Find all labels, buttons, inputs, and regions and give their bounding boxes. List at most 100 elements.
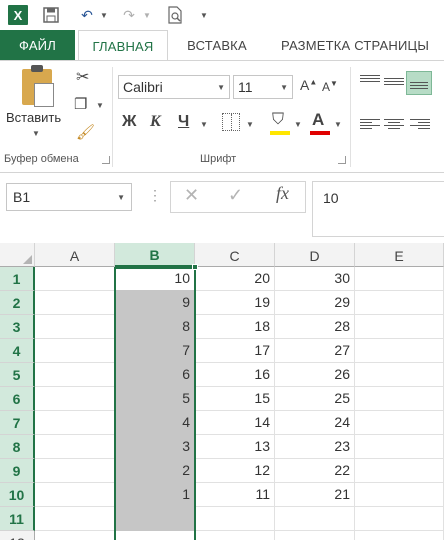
cell-a2[interactable] — [35, 291, 115, 315]
tab-insert[interactable]: ВСТАВКА — [176, 30, 258, 60]
cell-c5[interactable]: 16 — [195, 363, 275, 387]
cell-e8[interactable] — [355, 435, 444, 459]
row-header-11[interactable]: 11 — [0, 507, 35, 531]
row-header-12[interactable]: 12 — [0, 531, 35, 540]
fill-handle[interactable] — [192, 264, 198, 270]
underline-dropdown-icon[interactable]: ▼ — [200, 120, 208, 129]
cell-e4[interactable] — [355, 339, 444, 363]
cell-a9[interactable] — [35, 459, 115, 483]
tab-page-layout[interactable]: РАЗМЕТКА СТРАНИЦЫ — [266, 30, 444, 60]
cell-a11[interactable] — [35, 507, 115, 531]
clipboard-launcher-icon[interactable] — [102, 156, 110, 164]
row-header-9[interactable]: 9 — [0, 459, 35, 483]
cell-a1[interactable] — [35, 267, 115, 291]
redo-dropdown-icon[interactable]: ▼ — [143, 4, 151, 26]
row-header-5[interactable]: 5 — [0, 363, 35, 387]
cell-d8[interactable]: 23 — [275, 435, 355, 459]
font-launcher-icon[interactable] — [338, 156, 346, 164]
borders-icon[interactable] — [222, 113, 240, 131]
align-right-icon[interactable] — [410, 117, 430, 133]
cell-d7[interactable]: 24 — [275, 411, 355, 435]
row-header-8[interactable]: 8 — [0, 435, 35, 459]
cell-c4[interactable]: 17 — [195, 339, 275, 363]
undo-dropdown-icon[interactable]: ▼ — [100, 4, 108, 26]
cell-e12[interactable] — [355, 531, 444, 540]
column-header-b[interactable]: B — [115, 243, 195, 267]
cell-c1[interactable]: 20 — [195, 267, 275, 291]
name-box[interactable]: B1 ▼ — [6, 183, 132, 211]
cell-e11[interactable] — [355, 507, 444, 531]
cell-b5[interactable]: 6 — [115, 363, 195, 387]
font-color-icon[interactable]: A — [312, 110, 324, 130]
cell-a4[interactable] — [35, 339, 115, 363]
cell-c12[interactable] — [195, 531, 275, 540]
cell-d4[interactable]: 27 — [275, 339, 355, 363]
cell-e3[interactable] — [355, 315, 444, 339]
format-painter-icon[interactable]: 🖌 — [76, 123, 95, 141]
cell-b11[interactable] — [115, 507, 195, 531]
tab-file[interactable]: ФАЙЛ — [0, 30, 75, 60]
row-header-6[interactable]: 6 — [0, 387, 35, 411]
cell-e1[interactable] — [355, 267, 444, 291]
cell-d10[interactable]: 21 — [275, 483, 355, 507]
column-header-d[interactable]: D — [275, 243, 355, 267]
save-icon[interactable] — [42, 4, 60, 26]
font-color-dropdown-icon[interactable]: ▼ — [334, 120, 342, 129]
decrease-font-size-icon[interactable]: A▼ — [322, 79, 338, 94]
cell-b10[interactable]: 1 — [115, 483, 195, 507]
cell-e6[interactable] — [355, 387, 444, 411]
cell-a6[interactable] — [35, 387, 115, 411]
cell-a3[interactable] — [35, 315, 115, 339]
row-header-10[interactable]: 10 — [0, 483, 35, 507]
bold-button[interactable]: Ж — [122, 113, 136, 131]
cell-d9[interactable]: 22 — [275, 459, 355, 483]
column-header-e[interactable]: E — [355, 243, 444, 267]
scissors-icon[interactable]: ✂ — [76, 67, 89, 87]
cell-e2[interactable] — [355, 291, 444, 315]
cell-b12[interactable] — [115, 531, 195, 540]
print-preview-icon[interactable] — [166, 4, 184, 26]
cell-c8[interactable]: 13 — [195, 435, 275, 459]
cell-c11[interactable] — [195, 507, 275, 531]
fill-color-dropdown-icon[interactable]: ▼ — [294, 120, 302, 129]
align-left-icon[interactable] — [360, 117, 380, 133]
undo-icon[interactable]: ↶ — [78, 4, 96, 26]
cell-d6[interactable]: 25 — [275, 387, 355, 411]
cell-c9[interactable]: 12 — [195, 459, 275, 483]
cell-c3[interactable]: 18 — [195, 315, 275, 339]
font-name-select[interactable]: Calibri ▼ — [118, 75, 230, 99]
paste-dropdown-icon[interactable]: ▼ — [32, 129, 40, 138]
cell-d5[interactable]: 26 — [275, 363, 355, 387]
cell-b3[interactable]: 8 — [115, 315, 195, 339]
fill-color-icon[interactable]: ⛉ — [272, 111, 284, 129]
increase-font-size-icon[interactable]: A▲ — [300, 77, 317, 93]
cell-d1[interactable]: 30 — [275, 267, 355, 291]
more-icon[interactable]: ⋮ — [148, 187, 162, 204]
cell-c7[interactable]: 14 — [195, 411, 275, 435]
column-header-a[interactable]: A — [35, 243, 115, 267]
insert-function-icon[interactable]: fx — [276, 183, 289, 204]
align-bottom-icon[interactable] — [406, 71, 432, 95]
column-header-c[interactable]: C — [195, 243, 275, 267]
cell-d12[interactable] — [275, 531, 355, 540]
row-header-4[interactable]: 4 — [0, 339, 35, 363]
formula-input[interactable]: 10 — [312, 181, 444, 237]
align-middle-icon[interactable] — [384, 73, 404, 89]
cell-d3[interactable]: 28 — [275, 315, 355, 339]
cell-a12[interactable] — [35, 531, 115, 540]
row-header-7[interactable]: 7 — [0, 411, 35, 435]
borders-dropdown-icon[interactable]: ▼ — [246, 120, 254, 129]
copy-dropdown-icon[interactable]: ▼ — [96, 101, 104, 110]
cell-b4[interactable]: 7 — [115, 339, 195, 363]
cell-b9[interactable]: 2 — [115, 459, 195, 483]
align-center-icon[interactable] — [384, 117, 404, 133]
cell-a7[interactable] — [35, 411, 115, 435]
cell-c2[interactable]: 19 — [195, 291, 275, 315]
row-header-3[interactable]: 3 — [0, 315, 35, 339]
cell-e5[interactable] — [355, 363, 444, 387]
cell-b6[interactable]: 5 — [115, 387, 195, 411]
cell-e9[interactable] — [355, 459, 444, 483]
cell-b8[interactable]: 3 — [115, 435, 195, 459]
tab-home[interactable]: ГЛАВНАЯ — [78, 30, 168, 61]
cell-a5[interactable] — [35, 363, 115, 387]
